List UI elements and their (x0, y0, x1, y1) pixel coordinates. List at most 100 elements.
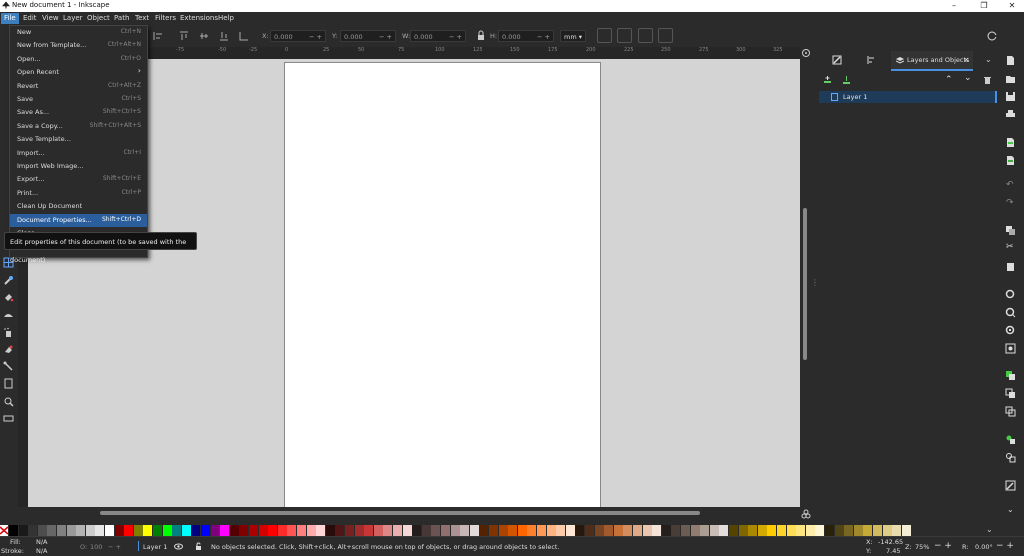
move-up-icon[interactable]: ⌃ (945, 75, 953, 85)
color-swatch[interactable] (748, 525, 758, 536)
menu-item-new[interactable]: New Ctrl+N (10, 26, 147, 39)
color-swatch[interactable] (825, 525, 834, 536)
opacity-stepper[interactable]: − + (108, 543, 121, 551)
color-swatch[interactable] (623, 525, 633, 536)
color-swatch[interactable] (95, 525, 105, 536)
color-swatch[interactable] (873, 525, 882, 536)
color-swatch[interactable] (738, 525, 748, 536)
zoom-selection-icon[interactable] (1005, 289, 1016, 300)
tweak-tool-icon[interactable] (3, 309, 14, 320)
color-swatch[interactable] (661, 525, 671, 536)
fill-stroke-tab-icon[interactable] (832, 55, 842, 65)
menu-item-print[interactable]: Print... Ctrl+P (10, 187, 147, 200)
color-swatch[interactable] (335, 525, 345, 536)
color-swatch[interactable] (268, 525, 278, 536)
color-swatch[interactable] (37, 525, 47, 536)
layer-lock-icon[interactable] (194, 542, 203, 551)
minimize-button[interactable]: – (940, 0, 968, 12)
color-swatch[interactable] (613, 525, 623, 536)
menu-item-save-as[interactable]: Save As... Shift+Ctrl+S (10, 106, 147, 119)
menu-item-open[interactable]: Open... Ctrl+O (10, 53, 147, 66)
color-swatch[interactable] (181, 525, 191, 536)
color-swatch[interactable] (834, 525, 844, 536)
color-swatch[interactable] (594, 525, 604, 536)
new-document-icon[interactable] (1005, 55, 1016, 66)
zoom-tool-icon[interactable] (3, 396, 14, 407)
color-swatch[interactable] (901, 525, 911, 536)
color-swatch[interactable] (393, 525, 402, 536)
color-swatch[interactable] (229, 525, 239, 536)
ungroup-icon[interactable] (1005, 452, 1016, 463)
color-swatch[interactable] (153, 525, 162, 536)
fill-value[interactable]: N/A (36, 538, 48, 546)
vertical-scrollbar-thumb[interactable] (803, 208, 807, 360)
close-window-button[interactable]: ✕ (998, 0, 1024, 12)
eraser-tool-icon[interactable] (3, 344, 14, 355)
duplicate-icon[interactable] (1005, 370, 1016, 381)
rotation-stepper[interactable]: − + (996, 541, 1014, 551)
move-down-icon[interactable]: ⌄ (964, 73, 972, 83)
menu-item-save-a-copy[interactable]: Save a Copy... Shift+Ctrl+Alt+S (10, 120, 147, 133)
color-swatch[interactable] (345, 525, 354, 536)
color-swatch[interactable] (892, 525, 902, 536)
rotation-value[interactable]: 0.00° (975, 543, 993, 551)
save-icon[interactable] (1005, 91, 1016, 102)
tab-layers-and-objects[interactable]: Layers and Objects ✕ (891, 51, 973, 71)
color-swatch[interactable] (421, 525, 431, 536)
zoom-value[interactable]: 75% (915, 543, 929, 551)
maximize-button[interactable]: ❐ (970, 0, 998, 12)
color-swatch[interactable] (441, 525, 450, 536)
menu-text[interactable]: Text (132, 13, 152, 24)
scale-stroke-button[interactable] (597, 28, 612, 43)
add-sublayer-icon[interactable] (842, 76, 851, 85)
move-gradients-button[interactable] (638, 28, 653, 43)
menu-file[interactable]: File (1, 13, 19, 24)
delete-layer-icon[interactable] (983, 76, 992, 85)
spray-tool-icon[interactable] (3, 327, 14, 338)
menu-item-new-from-template[interactable]: New from Template... Ctrl+Alt+N (10, 39, 147, 52)
paint-bucket-tool-icon[interactable] (3, 292, 14, 303)
paste-icon[interactable] (1005, 261, 1016, 272)
stroke-value[interactable]: N/A (36, 547, 48, 555)
color-swatch[interactable] (709, 525, 719, 536)
color-swatch[interactable] (537, 525, 546, 536)
color-swatch[interactable] (354, 525, 364, 536)
color-swatch[interactable] (383, 525, 393, 536)
redo-icon[interactable]: ↷ (1006, 198, 1014, 208)
color-swatch[interactable] (373, 525, 383, 536)
color-swatch[interactable] (681, 525, 690, 536)
color-swatch[interactable] (527, 525, 537, 536)
color-swatch[interactable] (604, 525, 614, 536)
align-left-icon[interactable] (152, 30, 164, 42)
menu-help[interactable]: Help (215, 13, 237, 24)
distribute-icon[interactable] (238, 30, 250, 42)
menu-item-import[interactable]: Import... Ctrl+I (10, 147, 147, 160)
color-swatch[interactable] (517, 525, 527, 536)
color-swatch[interactable] (402, 525, 412, 536)
color-swatch[interactable] (777, 525, 786, 536)
color-swatch[interactable] (805, 525, 815, 536)
color-swatch[interactable] (546, 525, 556, 536)
color-swatch[interactable] (690, 525, 700, 536)
color-swatch[interactable] (844, 525, 854, 536)
import-icon[interactable] (1005, 137, 1016, 148)
align-middle-icon[interactable] (198, 30, 210, 42)
color-swatch[interactable] (460, 525, 470, 536)
color-swatch[interactable] (297, 525, 306, 536)
color-swatch[interactable] (575, 525, 585, 536)
scale-corners-button[interactable] (617, 28, 632, 43)
menu-item-open-recent[interactable]: Open Recent › (10, 66, 147, 79)
dock-menu-icon[interactable]: ⌄ (985, 55, 992, 64)
lock-icon[interactable] (475, 30, 487, 42)
clone-icon[interactable] (1005, 388, 1016, 399)
color-swatch[interactable] (565, 525, 575, 536)
xml-editor-icon[interactable] (1005, 480, 1016, 491)
document-page[interactable] (285, 63, 600, 507)
color-swatch[interactable] (863, 525, 873, 536)
menu-edit[interactable]: Edit (20, 13, 40, 24)
color-swatch[interactable] (85, 525, 95, 536)
zoom-page-icon[interactable] (1005, 325, 1016, 336)
color-swatch[interactable] (796, 525, 806, 536)
horizontal-scrollbar-thumb[interactable] (100, 511, 700, 515)
no-paint-swatch[interactable] (0, 525, 9, 536)
